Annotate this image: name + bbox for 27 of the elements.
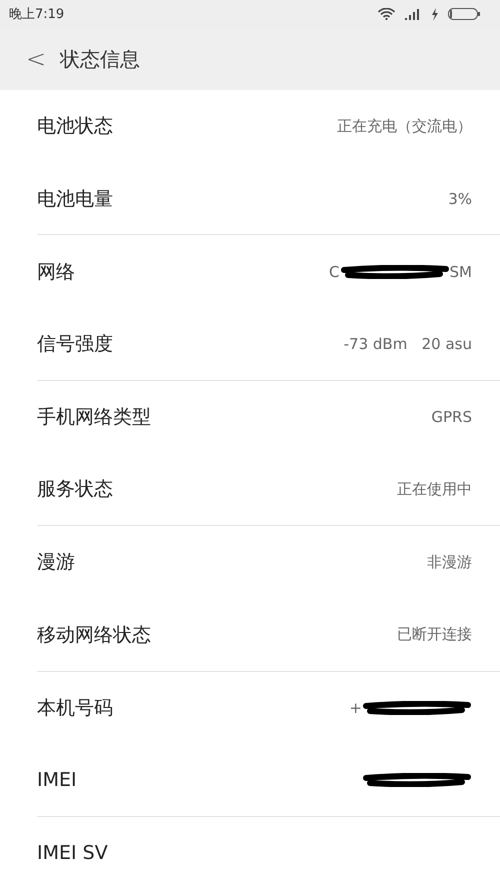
setting-value: SM xyxy=(450,262,472,281)
setting-label: 信号强度 xyxy=(37,332,114,357)
battery-icon xyxy=(448,8,480,20)
setting-value: 3% xyxy=(448,190,472,208)
setting-label: IMEI xyxy=(37,769,78,792)
setting-label: 漫游 xyxy=(37,550,76,576)
status-time: 晚上7:19 xyxy=(9,6,66,23)
setting-value: -73 dBm 20 asu xyxy=(344,334,472,353)
setting-label: 电池电量 xyxy=(37,186,114,212)
setting-value: 正在充电（交流电） xyxy=(337,116,472,136)
page-title: 状态信息 xyxy=(60,46,140,72)
setting-label: 电池状态 xyxy=(37,114,114,140)
setting-value: + xyxy=(349,698,362,717)
setting-label: 手机网络类型 xyxy=(37,405,152,430)
setting-label: IMEI SV xyxy=(37,842,109,864)
setting-label: 移动网络状态 xyxy=(37,622,152,648)
setting-label: 服务状态 xyxy=(37,477,114,502)
setting-value: 正在使用中 xyxy=(397,480,472,499)
setting-label: 本机号码 xyxy=(37,696,114,721)
signal-icon xyxy=(405,8,421,20)
wifi-icon xyxy=(378,8,395,20)
setting-value: 非漫游 xyxy=(427,552,472,572)
setting-label: 网络 xyxy=(37,260,76,285)
setting-value: C xyxy=(329,262,340,281)
back-button[interactable]: < xyxy=(18,45,54,73)
setting-value: 已断开连接 xyxy=(397,625,472,644)
setting-value: GPRS xyxy=(431,408,472,426)
